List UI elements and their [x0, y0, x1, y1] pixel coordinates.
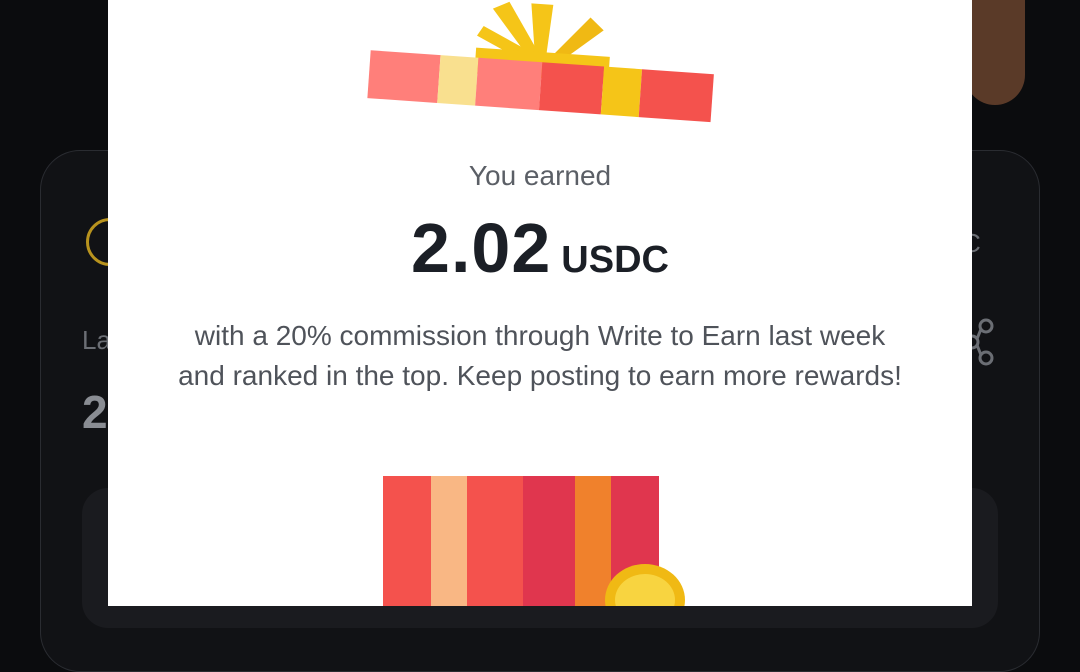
reward-message: with a 20% commission through Write to E… [178, 320, 902, 391]
earned-label: You earned [468, 160, 612, 191]
reward-modal: You earned 2.02 USDC with a 20% commissio… [108, 0, 972, 606]
amount-currency: USDC [561, 239, 669, 281]
avatar [965, 0, 1025, 105]
earnings-label: La [82, 325, 111, 355]
gift-box-illustration [383, 476, 685, 606]
gift-lid-illustration [367, 1, 714, 123]
earned-amount: 2.02 USDC [108, 208, 972, 288]
amount-value: 2.02 [411, 209, 552, 287]
earnings-value: 2 [82, 386, 108, 438]
